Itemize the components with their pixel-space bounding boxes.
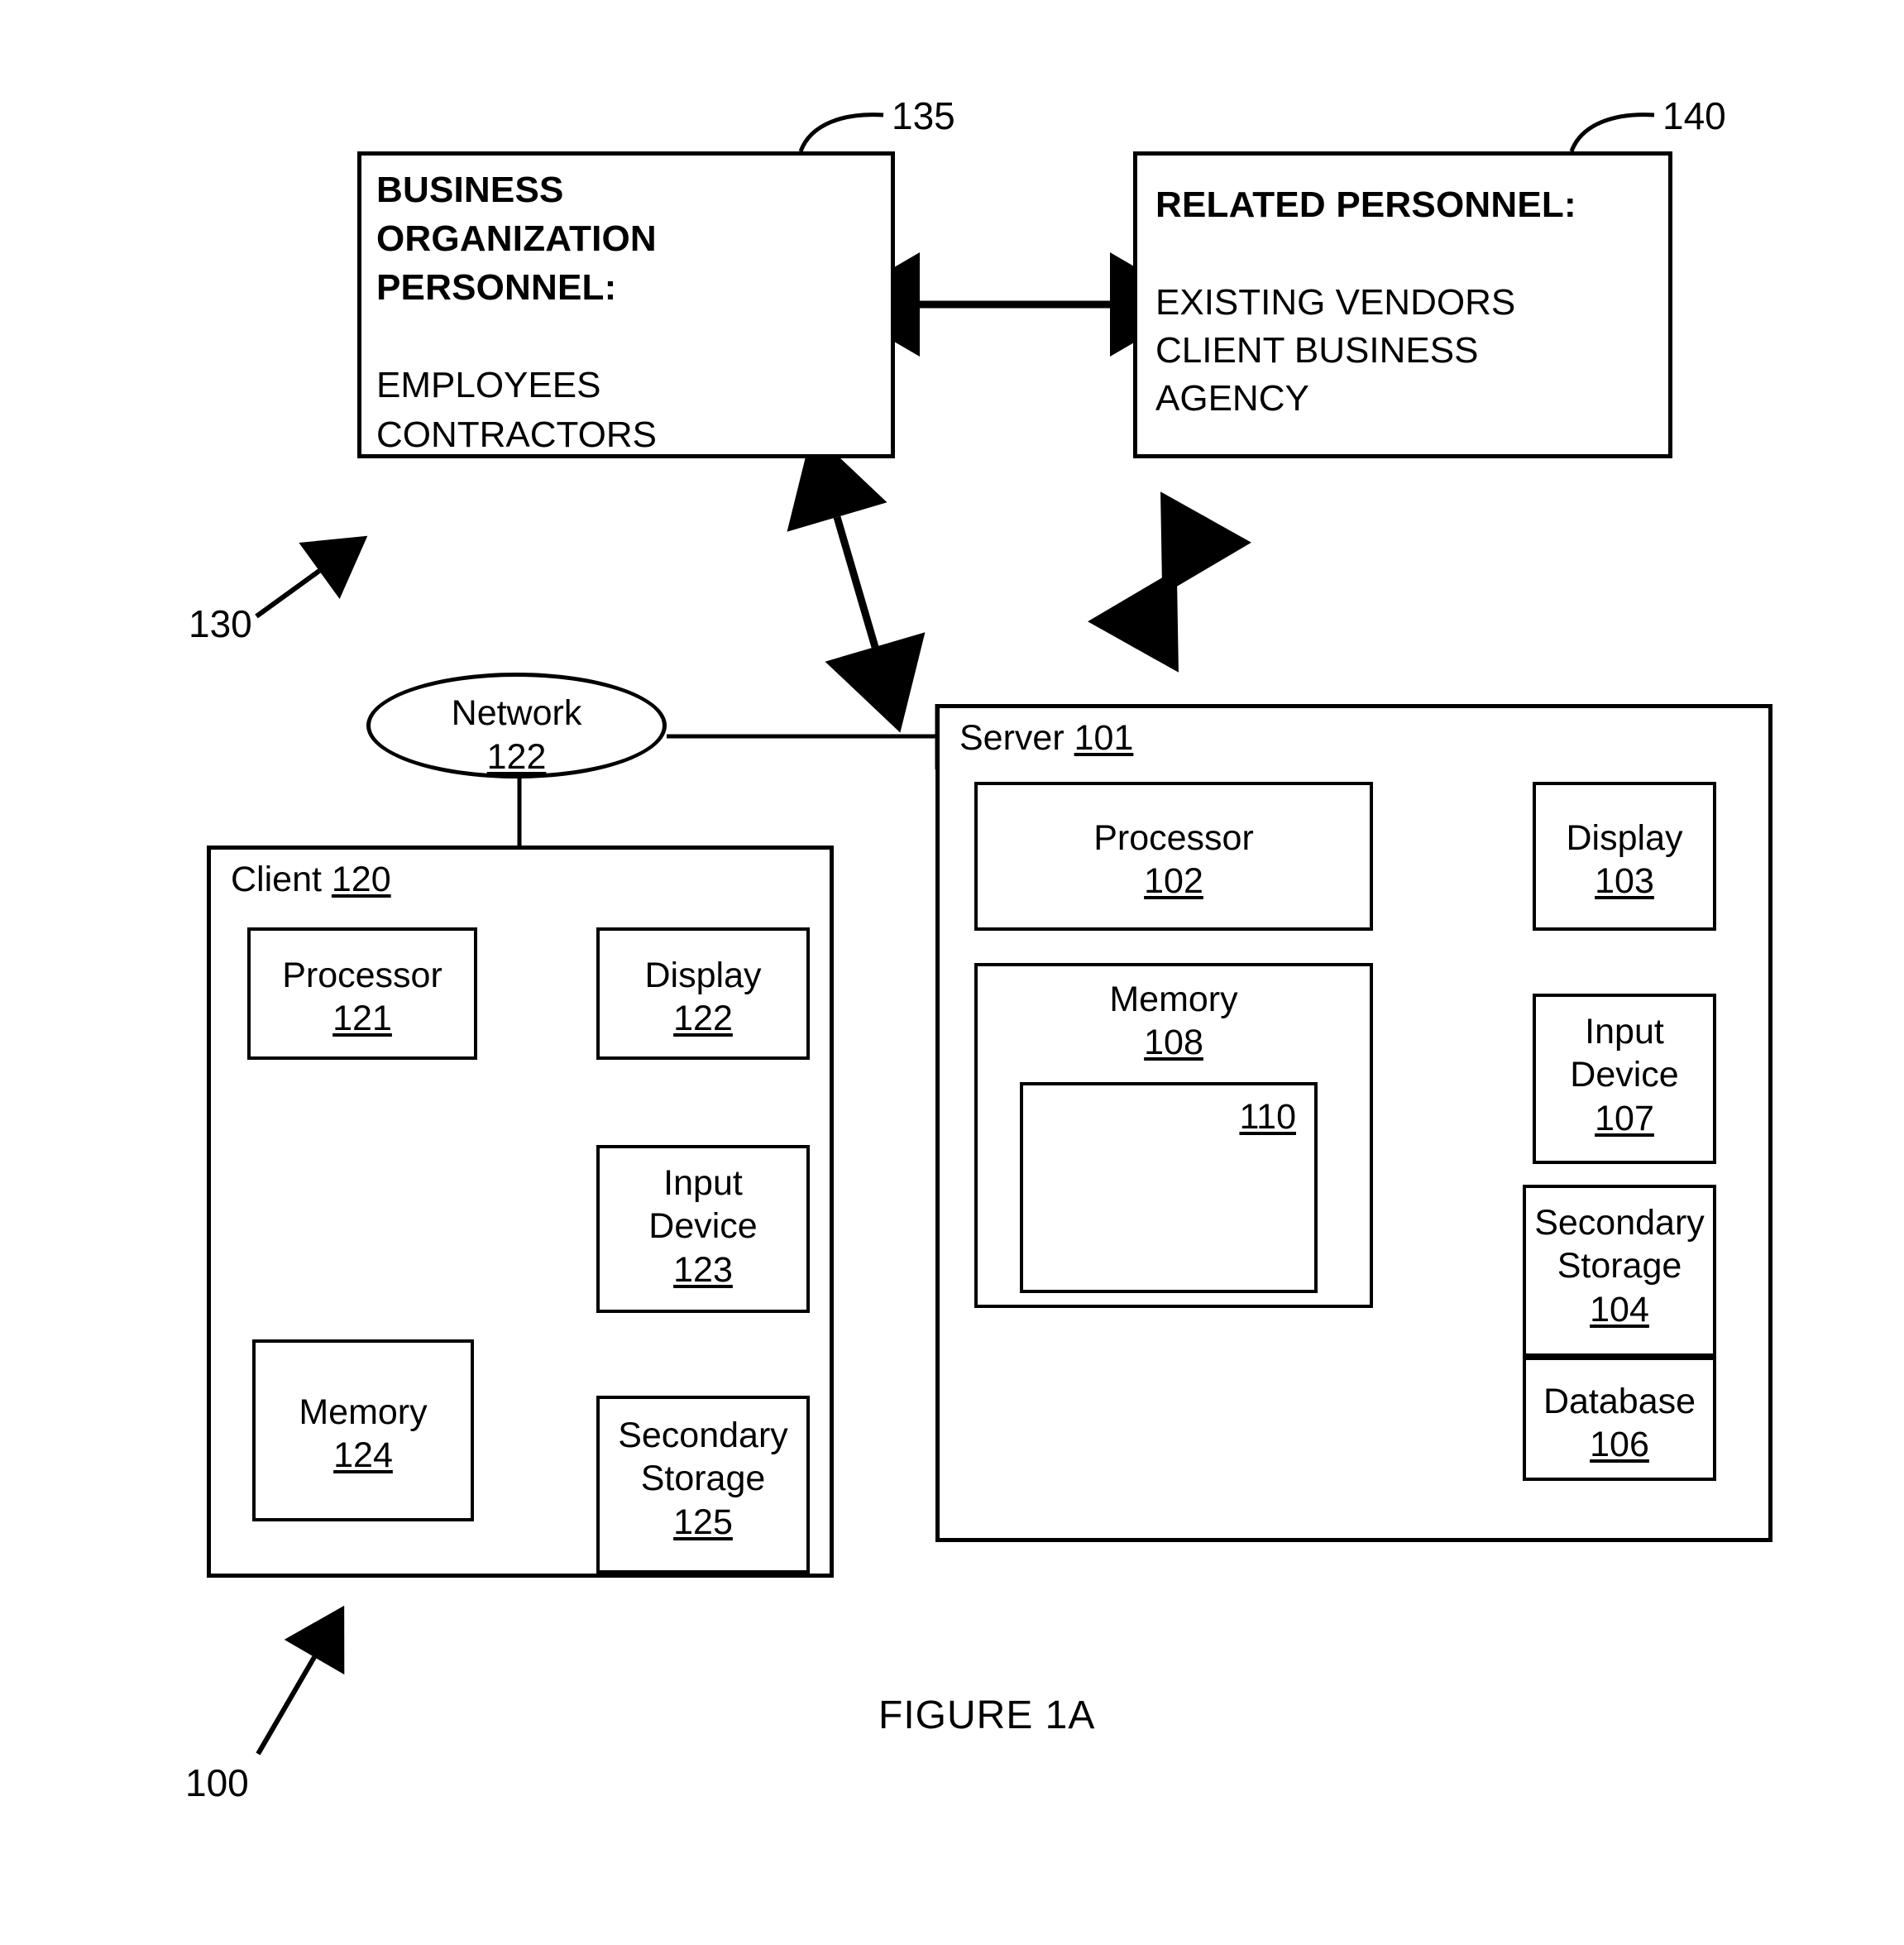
related-heading-line-1: RELATED PERSONNEL: <box>1155 184 1576 225</box>
client-memory-box[interactable]: Memory 124 <box>252 1339 474 1521</box>
server-processor-label-wrap: Processor 102 <box>978 817 1370 903</box>
server-database-ref: 106 <box>1590 1425 1649 1465</box>
client-input-device-label-wrap: Input Device 123 <box>600 1162 806 1291</box>
server-memory-ref: 108 <box>1144 1023 1203 1063</box>
server-memory-module-box[interactable]: 110 <box>1020 1082 1318 1293</box>
client-title-wrap: Client 120 <box>231 860 391 900</box>
ref-number-100: 100 <box>185 1761 249 1804</box>
client-container[interactable]: Client 120 Processor 121 Display 122 Inp… <box>207 846 834 1578</box>
server-database-label: Database <box>1543 1382 1696 1421</box>
client-display-box[interactable]: Display 122 <box>596 927 810 1060</box>
client-display-ref: 122 <box>673 999 733 1039</box>
related-item-existing-vendors: EXISTING VENDORS <box>1155 282 1516 323</box>
business-heading-line-2: ORGANIZATION <box>376 218 657 259</box>
client-processor-ref: 121 <box>332 999 392 1039</box>
business-item-contractors: CONTRACTORS <box>376 414 657 455</box>
server-display-box[interactable]: Display 103 <box>1533 782 1716 931</box>
server-input-device-ref: 107 <box>1595 1098 1654 1138</box>
ref-number-130: 130 <box>189 602 252 645</box>
server-secondary-storage-ref: 104 <box>1590 1289 1649 1329</box>
server-input-device-label-wrap: Input Device 107 <box>1536 1010 1713 1140</box>
business-heading-line-1: BUSINESS <box>376 170 564 210</box>
client-memory-ref: 124 <box>333 1435 393 1476</box>
business-item-employees: EMPLOYEES <box>376 365 601 405</box>
server-secondary-storage-label-line1: Secondary <box>1534 1203 1705 1243</box>
client-input-device-label-line1: Input <box>663 1163 743 1203</box>
network-label: Network <box>451 693 582 733</box>
server-display-label: Display <box>1566 818 1683 858</box>
business-organization-personnel-box[interactable]: BUSINESS ORGANIZATION PERSONNEL: EMPLOYE… <box>357 151 895 458</box>
arrow-business-to-system <box>787 431 926 733</box>
client-input-device-label-line2: Device <box>648 1206 758 1247</box>
client-memory-label-wrap: Memory 124 <box>256 1391 471 1478</box>
client-title: Client <box>231 860 322 899</box>
server-secondary-storage-label-wrap: Secondary Storage 104 <box>1526 1201 1713 1331</box>
server-title: Server <box>959 718 1064 758</box>
network-label-wrap: Network 122 <box>371 692 663 780</box>
leader-100 <box>256 1605 345 1756</box>
network-ref: 122 <box>486 737 547 778</box>
server-database-box[interactable]: Database 106 <box>1523 1357 1716 1481</box>
figure-caption: FIGURE 1A <box>878 1693 1096 1737</box>
client-ref: 120 <box>331 860 391 899</box>
link-network-server <box>667 704 940 769</box>
client-input-device-ref: 123 <box>673 1249 733 1290</box>
server-memory-label: Memory <box>1109 980 1238 1019</box>
client-secondary-storage-box[interactable]: Secondary Storage 125 <box>596 1396 810 1574</box>
patent-figure-1a: BUSINESS ORGANIZATION PERSONNEL: EMPLOYE… <box>0 0 1904 1945</box>
ref-number-140: 140 <box>1662 94 1726 137</box>
server-input-device-label-line2: Device <box>1570 1055 1679 1095</box>
client-processor-label-wrap: Processor 121 <box>251 954 474 1041</box>
server-input-device-box[interactable]: Input Device 107 <box>1533 994 1716 1164</box>
network-ellipse[interactable]: Network 122 <box>366 673 667 778</box>
leader-130 <box>255 535 368 619</box>
related-personnel-box[interactable]: RELATED PERSONNEL: EXISTING VENDORS CLIE… <box>1133 151 1672 458</box>
ref-number-135: 135 <box>892 94 955 137</box>
leader-135 <box>798 113 884 152</box>
client-memory-label: Memory <box>299 1392 428 1432</box>
server-memory-label-wrap: Memory 108 <box>978 978 1370 1065</box>
server-display-ref: 103 <box>1595 861 1654 902</box>
client-secondary-storage-ref: 125 <box>673 1502 733 1542</box>
related-item-client-business: CLIENT BUSINESS <box>1155 330 1479 371</box>
server-processor-box[interactable]: Processor 102 <box>974 782 1373 931</box>
server-ref: 101 <box>1074 718 1134 758</box>
server-memory-box[interactable]: Memory 108 110 <box>974 963 1373 1308</box>
server-memory-module-ref: 110 <box>1239 1097 1296 1137</box>
server-processor-label: Processor <box>1093 818 1254 858</box>
client-input-device-box[interactable]: Input Device 123 <box>596 1145 810 1313</box>
client-display-label-wrap: Display 122 <box>600 954 806 1041</box>
client-secondary-storage-label-line1: Secondary <box>618 1416 788 1455</box>
client-display-label: Display <box>644 956 762 995</box>
server-secondary-storage-label-line2: Storage <box>1557 1246 1682 1286</box>
server-database-label-wrap: Database 106 <box>1526 1380 1713 1467</box>
server-processor-ref: 102 <box>1144 861 1203 902</box>
client-processor-label: Processor <box>282 956 443 995</box>
business-heading-line-3: PERSONNEL: <box>376 267 617 308</box>
server-secondary-storage-box[interactable]: Secondary Storage 104 <box>1523 1185 1716 1357</box>
client-processor-box[interactable]: Processor 121 <box>247 927 477 1060</box>
related-item-agency: AGENCY <box>1155 378 1309 419</box>
server-title-wrap: Server 101 <box>959 718 1133 759</box>
server-display-label-wrap: Display 103 <box>1536 817 1713 903</box>
leader-140 <box>1569 113 1655 152</box>
server-input-device-label-line1: Input <box>1585 1012 1664 1052</box>
client-secondary-storage-label-line2: Storage <box>640 1459 766 1499</box>
arrow-related-to-system <box>1088 491 1251 673</box>
client-secondary-storage-label-wrap: Secondary Storage 125 <box>600 1414 806 1544</box>
server-container[interactable]: Server 101 Processor 102 Display 103 Mem… <box>935 704 1772 1542</box>
